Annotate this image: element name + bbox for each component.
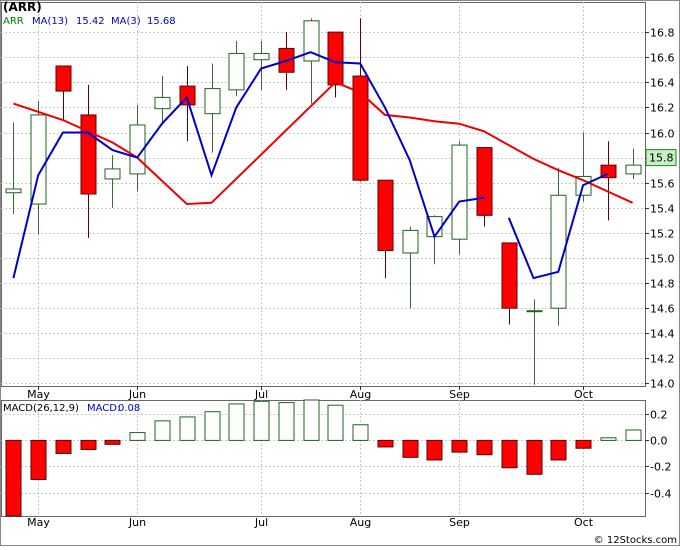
macd-x-tick-label: Sep — [449, 516, 470, 529]
price-x-tick-label: Oct — [574, 388, 594, 401]
price-y-tick-label: 16.4 — [650, 77, 675, 90]
price-y-tick-label: 14.2 — [650, 353, 675, 366]
macd-x-tick-label: Aug — [350, 516, 371, 529]
macd-bar-negative — [451, 439, 468, 453]
candle-body-down — [327, 31, 344, 86]
macd-bar-positive — [204, 411, 221, 441]
candle-body-down — [80, 114, 97, 195]
candle-body-down — [55, 65, 72, 92]
macd-bar-negative — [402, 439, 419, 458]
legend-ma13-label: MA(13) — [32, 16, 68, 27]
price-y-tick-label: 16.8 — [650, 27, 675, 40]
macd-y-tick-label: 0.0 — [650, 435, 668, 448]
candle-body-down — [476, 147, 493, 216]
macd-x-tick-label: Jul — [254, 516, 268, 529]
macd-bar-positive — [253, 400, 270, 441]
price-y-tick-label: 16.2 — [650, 102, 675, 115]
legend-ma3-label: MA(3) — [111, 16, 141, 27]
price-y-tick-label: 15.0 — [650, 253, 675, 266]
price-x-tick-label: Sep — [449, 388, 470, 401]
macd-bar-positive — [327, 404, 344, 441]
macd-bar-positive — [179, 416, 196, 441]
price-y-tick-label: 14.8 — [650, 278, 675, 291]
macd-value: 0.08 — [118, 403, 140, 414]
candle-body-up — [30, 114, 47, 205]
candle — [451, 141, 468, 255]
candle-body-up — [154, 96, 171, 110]
candle-body-up — [402, 229, 419, 254]
candle-body-down — [377, 179, 394, 251]
candle-body-up — [625, 164, 642, 175]
candle-body-up — [228, 52, 245, 91]
stock-chart: 14.0 14.2 14.4 14.6 14.8 15.0 15.2 15.4 15.6 15.8… — [0, 0, 680, 546]
macd-x-tick-label: Jun — [128, 516, 146, 529]
macd-y-tick-label: -0.2 — [650, 461, 671, 474]
candle — [476, 147, 493, 227]
macd-bar-negative — [426, 439, 443, 461]
price-x-tick-label: Jul — [254, 388, 268, 401]
macd-bar-negative — [575, 439, 592, 449]
macd-x-tick-label: May — [27, 516, 50, 529]
macd-bar-positive — [625, 429, 642, 441]
price-x-tick-label: Jun — [128, 388, 146, 401]
macd-bar-positive — [600, 437, 617, 441]
macd-bar-negative — [55, 439, 72, 454]
macd-value-label: MACD: — [87, 403, 120, 414]
price-panel-frame — [1, 2, 646, 387]
candle-body-up — [451, 144, 468, 240]
macd-y-tick-label: 0.2 — [650, 409, 668, 422]
candle-body-up — [104, 168, 121, 180]
price-y-tick-label: 16.0 — [650, 128, 675, 141]
macd-bar-negative — [526, 439, 543, 475]
candle-body-up — [526, 310, 543, 313]
macd-bar-negative — [501, 439, 518, 469]
price-x-tick-label: May — [27, 388, 50, 401]
legend-ma3-value: 15.68 — [147, 16, 176, 27]
macd-bar-negative — [476, 439, 493, 456]
macd-bar-negative — [80, 439, 97, 451]
candle-body-up — [5, 188, 22, 194]
legend-ticker: ARR — [3, 16, 24, 27]
price-y-tick-label: 15.6 — [650, 178, 675, 191]
legend-ma13-value: 15.42 — [76, 16, 105, 27]
price-chart-title: (ARR) — [3, 0, 42, 14]
price-y-tick-label: 14.4 — [650, 328, 675, 341]
macd-bar-negative — [377, 439, 394, 448]
macd-bar-positive — [303, 399, 320, 441]
price-y-tick-label: 14.0 — [650, 378, 675, 391]
last-price-label: 15.8 — [649, 152, 674, 165]
chart-root: 14.0 14.2 14.4 14.6 14.8 15.0 15.2 15.4 15.6 15.8… — [0, 0, 680, 546]
macd-bar-positive — [154, 420, 171, 441]
price-y-tick-label: 16.6 — [650, 52, 675, 65]
macd-bar-positive — [352, 424, 369, 441]
macd-bar-negative — [550, 439, 567, 461]
footer-copyright: © 12Stocks.com — [593, 535, 677, 546]
price-x-tick-label: Aug — [350, 388, 371, 401]
price-y-tick-label: 15.4 — [650, 203, 675, 216]
macd-bar-negative — [5, 439, 22, 517]
macd-bar-positive — [129, 432, 146, 441]
macd-title: MACD(26,12,9) — [3, 403, 79, 414]
macd-bar-negative — [30, 439, 47, 481]
macd-y-tick-label: -0.4 — [650, 488, 671, 501]
macd-legend: MACD(26,12,9) MACD:0.08 — [3, 403, 140, 414]
macd-panel-frame — [1, 400, 646, 517]
macd-bar-positive — [228, 403, 245, 441]
macd-x-tick-label: Oct — [574, 516, 594, 529]
price-y-tick-label: 15.2 — [650, 228, 675, 241]
macd-bar-negative — [104, 439, 121, 445]
candle-body-up — [204, 88, 221, 115]
candle-body-down — [501, 242, 518, 309]
macd-bar-positive — [278, 402, 295, 441]
price-y-tick-label: 14.6 — [650, 303, 675, 316]
candle-body-up — [253, 52, 270, 61]
